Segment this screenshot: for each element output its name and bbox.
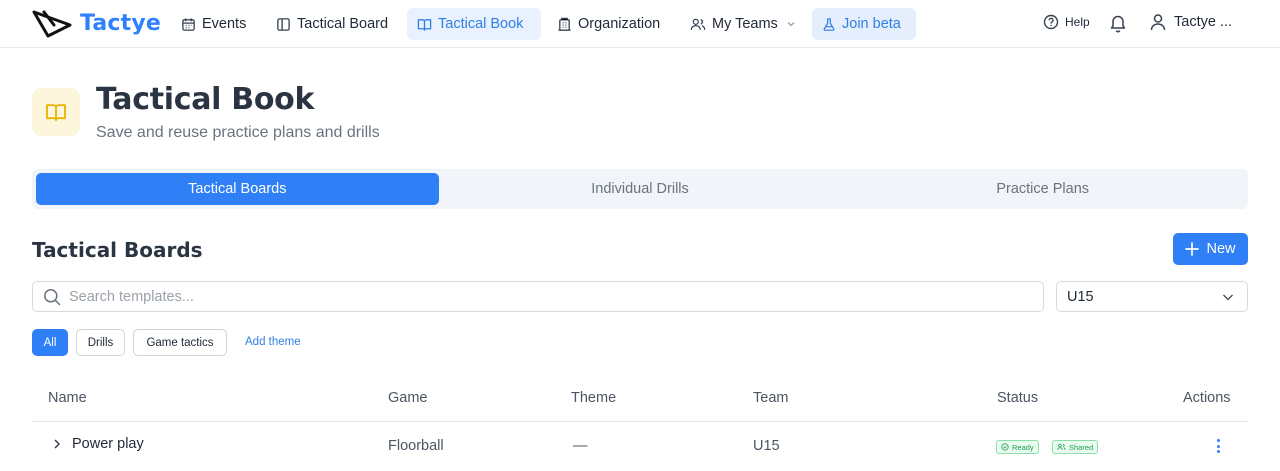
chevron-down-icon xyxy=(787,22,795,27)
kebab-dot xyxy=(1216,450,1220,453)
user-menu[interactable]: Tactye ... xyxy=(1150,13,1232,31)
notifications-button[interactable] xyxy=(1109,13,1127,38)
row-team: U15 xyxy=(753,438,780,454)
filter-chip-game-tactics[interactable]: Game tactics xyxy=(133,329,227,356)
column-header-theme[interactable]: Theme xyxy=(571,390,616,406)
help-link[interactable]: Help xyxy=(1043,14,1090,30)
tabs-bar: Tactical Boards Individual Drills Practi… xyxy=(32,169,1248,209)
book-icon xyxy=(417,18,432,31)
nav-tactical-board[interactable]: Tactical Board xyxy=(266,8,398,40)
column-header-name[interactable]: Name xyxy=(48,390,87,406)
app-name: Tactye xyxy=(80,10,162,36)
table-header: Name Game Theme Team Status Actions xyxy=(32,380,1248,422)
check-circle-icon xyxy=(1001,443,1009,451)
tab-tactical-boards[interactable]: Tactical Boards xyxy=(36,173,439,205)
status-badge-ready: Ready xyxy=(996,440,1039,454)
nav-tactical-book-label: Tactical Book xyxy=(438,16,524,32)
column-header-status[interactable]: Status xyxy=(997,390,1038,406)
kebab-dot xyxy=(1216,444,1220,448)
table-row[interactable]: Power play Floorball — U15 Ready Shared xyxy=(32,422,1248,471)
book-icon xyxy=(46,104,66,122)
nav-organization-label: Organization xyxy=(578,16,661,32)
nav-organization[interactable]: Organization xyxy=(547,8,670,40)
top-navigation: Tactye Events Tactical Board Tactical Bo… xyxy=(0,0,1280,48)
team-select[interactable]: U15 xyxy=(1056,281,1248,312)
nav-join-beta-label: Join beta xyxy=(842,16,901,32)
column-header-actions: Actions xyxy=(1183,390,1231,406)
row-actions-menu-icon[interactable] xyxy=(1212,438,1224,454)
app-logo[interactable]: Tactye xyxy=(32,8,161,38)
building-icon xyxy=(558,17,571,31)
kebab-dot xyxy=(1216,439,1220,442)
logo-icon xyxy=(32,10,72,38)
team-select-value: U15 xyxy=(1067,288,1094,305)
status-badge-ready-label: Ready xyxy=(1012,442,1034,452)
nav-my-teams-label: My Teams xyxy=(712,16,778,32)
search-box xyxy=(32,281,1044,312)
new-button[interactable]: New xyxy=(1173,233,1248,265)
users-icon xyxy=(1057,443,1066,451)
nav-tactical-board-label: Tactical Board xyxy=(297,16,389,32)
row-name-cell: Power play xyxy=(52,436,144,452)
nav-events-label: Events xyxy=(202,16,247,32)
row-theme: — xyxy=(573,438,588,454)
help-label: Help xyxy=(1065,15,1090,29)
calendar-icon xyxy=(182,17,195,31)
chevron-down-icon xyxy=(1222,293,1234,301)
filter-chip-drills[interactable]: Drills xyxy=(76,329,125,356)
page-icon-tile xyxy=(32,88,80,136)
help-icon xyxy=(1043,14,1059,30)
plus-icon xyxy=(1185,242,1200,256)
nav-join-beta[interactable]: Join beta xyxy=(812,8,916,40)
tab-individual-drills[interactable]: Individual Drills xyxy=(439,173,842,205)
nav-my-teams[interactable]: My Teams xyxy=(680,8,806,40)
users-icon xyxy=(690,18,706,30)
nav-tactical-book[interactable]: Tactical Book xyxy=(407,8,541,40)
row-game: Floorball xyxy=(388,438,444,454)
new-button-label: New xyxy=(1206,241,1236,257)
search-input[interactable] xyxy=(69,288,1043,305)
section-title: Tactical Boards xyxy=(32,238,203,262)
column-header-team[interactable]: Team xyxy=(753,390,788,406)
add-theme-link[interactable]: Add theme xyxy=(245,336,301,348)
status-badge-shared: Shared xyxy=(1052,440,1099,454)
search-icon xyxy=(44,288,61,305)
board-icon xyxy=(277,17,290,31)
chevron-right-icon[interactable] xyxy=(52,438,62,450)
nav-events[interactable]: Events xyxy=(171,8,256,40)
tab-practice-plans[interactable]: Practice Plans xyxy=(841,173,1244,205)
row-name: Power play xyxy=(72,436,144,452)
bell-icon xyxy=(1110,15,1126,33)
flask-icon xyxy=(823,17,835,31)
page-subtitle: Save and reuse practice plans and drills xyxy=(96,124,380,141)
user-name: Tactye ... xyxy=(1174,14,1233,30)
user-icon xyxy=(1150,14,1166,31)
filter-chip-all[interactable]: All xyxy=(32,329,68,356)
column-header-game[interactable]: Game xyxy=(388,390,428,406)
page-title: Tactical Book xyxy=(96,82,315,117)
status-badge-shared-label: Shared xyxy=(1069,442,1094,452)
